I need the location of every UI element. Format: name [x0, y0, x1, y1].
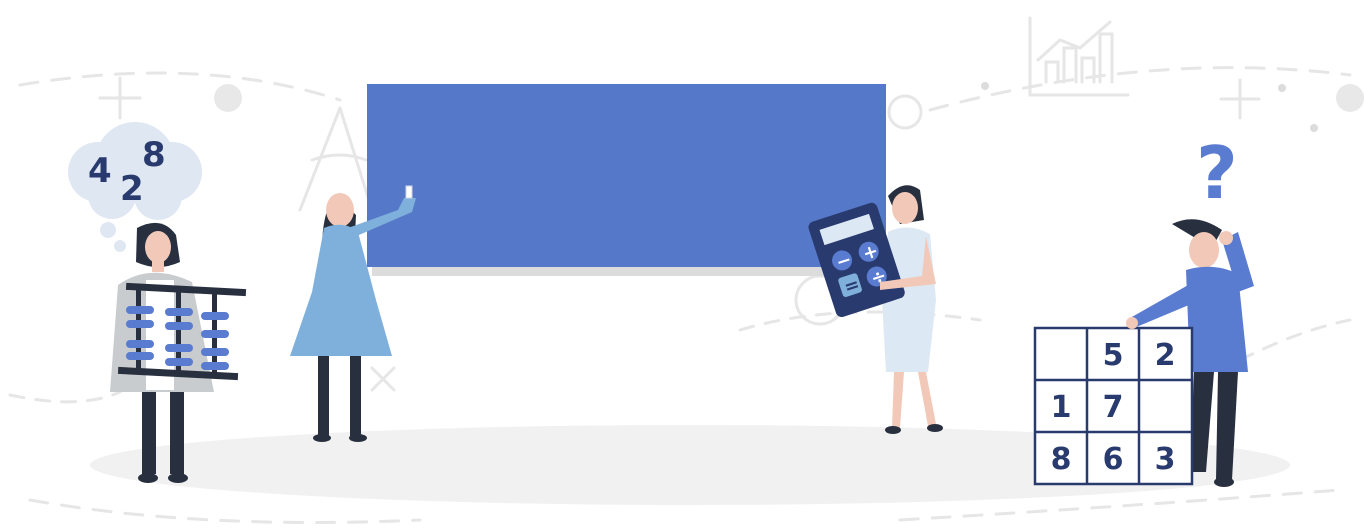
thought-digit-4: 4: [88, 151, 112, 191]
face: [1189, 232, 1219, 268]
shoe-left: [885, 426, 901, 434]
dot-decoration: [214, 84, 242, 112]
woman-with-abacus: 4 2 8: [68, 122, 247, 483]
shoe-left: [138, 473, 158, 483]
plus-icon: [98, 76, 142, 120]
math-scene-illustration: 4 2 8 − + = ÷ ? 5 2 1 7 8 6 3: [8, 16, 1364, 524]
dot-decoration: [981, 82, 989, 90]
bar-chart-icon: [1028, 16, 1130, 97]
x-icon: [370, 366, 396, 392]
thought-digit-2: 2: [120, 169, 144, 209]
shirt: [1186, 266, 1248, 372]
grid-cell: 1: [1051, 390, 1072, 425]
circle-decoration: [887, 94, 923, 130]
grid-cell: 5: [1103, 338, 1124, 373]
leg-right: [170, 392, 184, 474]
arm: [1130, 284, 1196, 328]
shoe-right: [168, 473, 188, 483]
number-grid: 5 2 1 7 8 6 3: [1033, 326, 1194, 486]
leg-left: [142, 392, 156, 474]
grid-cell: 2: [1155, 338, 1176, 373]
dot-decoration: [1310, 124, 1318, 132]
grid-cell: 8: [1051, 442, 1072, 477]
dot-decoration: [1336, 84, 1364, 112]
shoe-left: [313, 434, 331, 442]
man-with-number-grid: ? 5 2 1 7 8 6 3: [1033, 131, 1254, 487]
leg-left: [892, 372, 904, 428]
plus-icon: [1219, 78, 1261, 120]
question-mark: ?: [1196, 131, 1238, 215]
dot-decoration: [1278, 84, 1286, 92]
hand: [1219, 231, 1233, 245]
grid-cell: 3: [1155, 442, 1176, 477]
leg-right: [918, 372, 936, 426]
leg-left: [318, 356, 329, 436]
shoe-right: [927, 424, 943, 432]
shoe-right: [1214, 477, 1234, 487]
hand: [1126, 317, 1138, 329]
blue-board: [367, 84, 886, 267]
face: [326, 193, 354, 227]
neck: [152, 260, 164, 272]
grid-cell: 7: [1103, 390, 1124, 425]
woman-with-calculator: − + = ÷: [808, 185, 943, 434]
face: [892, 192, 918, 224]
calculator: − + = ÷: [808, 202, 905, 318]
thought-digit-8: 8: [142, 135, 166, 175]
leg-right: [350, 356, 361, 436]
shoe-right: [349, 434, 367, 442]
face: [145, 231, 171, 263]
grid-cell: 6: [1103, 442, 1124, 477]
board-shadow: [372, 266, 886, 276]
chalk: [405, 185, 413, 199]
